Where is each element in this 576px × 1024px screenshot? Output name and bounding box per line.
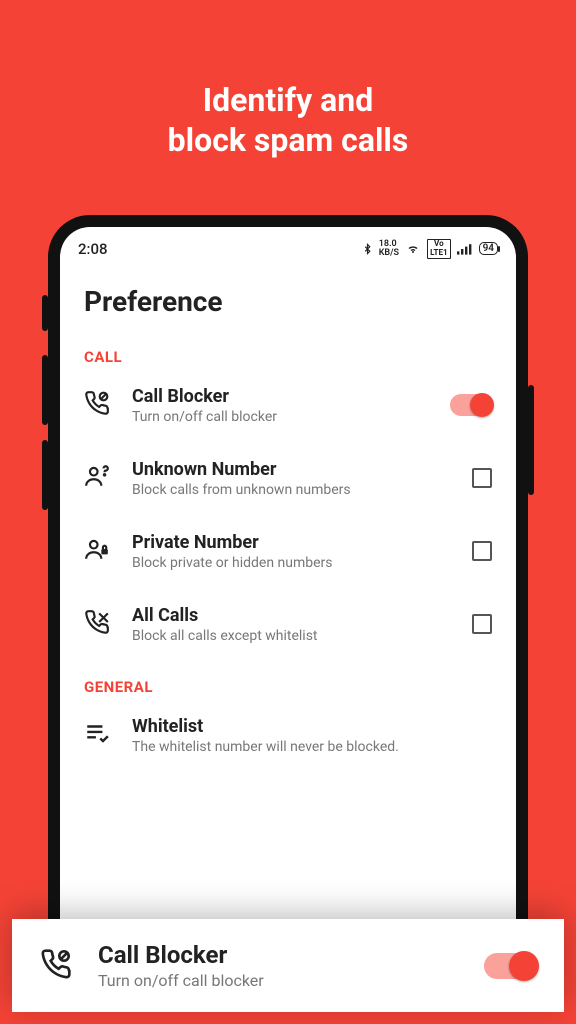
row-title: Unknown Number xyxy=(132,459,430,480)
whitelist-icon xyxy=(84,720,112,750)
row-title: Call Blocker xyxy=(132,386,430,407)
checkbox-private-number[interactable] xyxy=(472,541,492,561)
row-subtitle: Turn on/off call blocker xyxy=(132,409,430,425)
promo-headline: Identify and block spam calls xyxy=(0,0,576,160)
statusbar-right: 18.0 KB/S Vo LTE1 94 xyxy=(362,239,498,259)
wifi-icon xyxy=(405,243,421,255)
row-title: All Calls xyxy=(132,605,430,626)
section-general-label: GENERAL xyxy=(84,678,492,696)
call-slash-icon xyxy=(84,609,112,639)
row-private-number[interactable]: Private Number Block private or hidden n… xyxy=(84,532,492,571)
unknown-person-icon xyxy=(84,463,112,493)
bluetooth-icon xyxy=(362,242,373,256)
section-call-label: CALL xyxy=(84,348,492,366)
toggle-call-blocker-callout[interactable] xyxy=(484,953,536,979)
private-person-icon xyxy=(84,536,112,566)
row-subtitle: Block private or hidden numbers xyxy=(132,555,430,571)
signal-icon xyxy=(457,243,473,255)
row-all-calls[interactable]: All Calls Block all calls except whiteli… xyxy=(84,605,492,644)
statusbar: 2:08 18.0 KB/S Vo LTE1 94 xyxy=(60,227,516,265)
row-subtitle: Block calls from unknown numbers xyxy=(132,482,430,498)
phone-block-icon xyxy=(84,390,112,420)
checkbox-unknown-number[interactable] xyxy=(472,468,492,488)
row-whitelist[interactable]: Whitelist The whitelist number will neve… xyxy=(84,716,492,755)
volte-icon: Vo LTE1 xyxy=(427,239,451,259)
row-title: Whitelist xyxy=(132,716,492,737)
row-title: Private Number xyxy=(132,532,430,553)
callout-subtitle: Turn on/off call blocker xyxy=(98,971,460,990)
phone-frame: 2:08 18.0 KB/S Vo LTE1 94 xyxy=(48,215,528,975)
row-subtitle: The whitelist number will never be block… xyxy=(132,739,492,755)
callout-card: Call Blocker Turn on/off call blocker xyxy=(12,919,564,1012)
toggle-call-blocker[interactable] xyxy=(450,394,492,416)
page-title: Preference xyxy=(84,285,492,318)
phone-block-icon xyxy=(40,948,74,984)
checkbox-all-calls[interactable] xyxy=(472,614,492,634)
battery-indicator: 94 xyxy=(479,242,498,255)
row-unknown-number[interactable]: Unknown Number Block calls from unknown … xyxy=(84,459,492,498)
headline-line1: Identify and xyxy=(203,81,373,119)
settings-content: Preference CALL Call Blocker Turn on/off… xyxy=(60,265,516,755)
headline-line2: block spam calls xyxy=(168,121,409,159)
statusbar-time: 2:08 xyxy=(78,240,108,258)
callout-title: Call Blocker xyxy=(98,941,460,969)
row-subtitle: Block all calls except whitelist xyxy=(132,628,430,644)
row-call-blocker[interactable]: Call Blocker Turn on/off call blocker xyxy=(84,386,492,425)
promo-background: Identify and block spam calls 2:08 18.0 … xyxy=(0,0,576,1024)
phone-frame-wrap: 2:08 18.0 KB/S Vo LTE1 94 xyxy=(48,215,528,975)
data-rate-label: 18.0 KB/S xyxy=(379,240,399,258)
phone-side-button xyxy=(528,385,534,495)
